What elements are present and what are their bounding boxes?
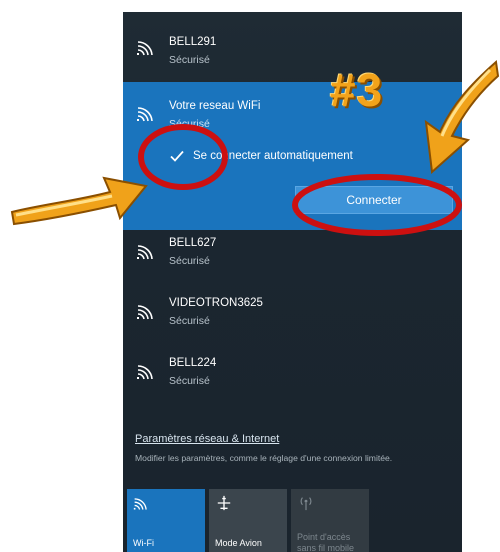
tile-label-line1: Point d'accès — [297, 532, 351, 542]
network-name: BELL627 — [169, 237, 217, 249]
auto-connect-label: Se connecter automatiquement — [193, 150, 353, 162]
network-status: Sécurisé — [169, 375, 210, 387]
auto-connect-checkbox[interactable]: Se connecter automatiquement — [169, 146, 353, 166]
mobile-hotspot-tile[interactable]: Point d'accès sans fil mobile — [291, 489, 369, 552]
step-number-label: #3 — [330, 64, 384, 116]
network-item-selected[interactable]: Votre reseau WiFi Sécurisé Se connecter … — [123, 82, 462, 230]
wifi-signal-icon — [137, 107, 153, 122]
network-status: Sécurisé — [169, 118, 210, 130]
tile-label: Wi-Fi — [133, 538, 154, 548]
network-status: Sécurisé — [169, 255, 210, 267]
network-name: VIDEOTRON3625 — [169, 297, 263, 309]
network-name: BELL224 — [169, 357, 217, 369]
network-item-bell291[interactable]: BELL291 Sécurisé — [123, 12, 462, 82]
network-item-bell627[interactable]: BELL627 Sécurisé — [123, 230, 462, 290]
network-item-videotron3625[interactable]: VIDEOTRON3625 Sécurisé — [123, 290, 462, 350]
wifi-signal-icon — [137, 305, 153, 320]
network-status: Sécurisé — [169, 54, 210, 66]
wifi-signal-icon — [137, 41, 153, 56]
wifi-signal-icon — [137, 365, 153, 380]
network-settings-description: Modifier les paramètres, comme le réglag… — [135, 453, 393, 463]
wifi-icon — [133, 498, 147, 510]
airplane-mode-tile[interactable]: Mode Avion — [209, 489, 287, 552]
checkmark-icon — [170, 150, 184, 162]
network-flyout: BELL291 Sécurisé Votre reseau WiFi Sécur… — [123, 12, 462, 552]
hotspot-icon — [300, 497, 312, 511]
network-item-bell224[interactable]: BELL224 Sécurisé — [123, 350, 462, 410]
network-name: BELL291 — [169, 36, 217, 48]
connect-button[interactable]: Connecter — [295, 186, 453, 214]
tile-label-line2: sans fil mobile — [297, 543, 355, 552]
network-name: Votre reseau WiFi — [169, 100, 261, 112]
network-status: Sécurisé — [169, 315, 210, 327]
airplane-icon — [217, 495, 231, 511]
wifi-toggle-tile[interactable]: Wi-Fi — [127, 489, 205, 552]
tile-label: Mode Avion — [215, 538, 262, 548]
wifi-signal-icon — [137, 245, 153, 260]
network-settings-link[interactable]: Paramètres réseau & Internet — [135, 433, 279, 445]
